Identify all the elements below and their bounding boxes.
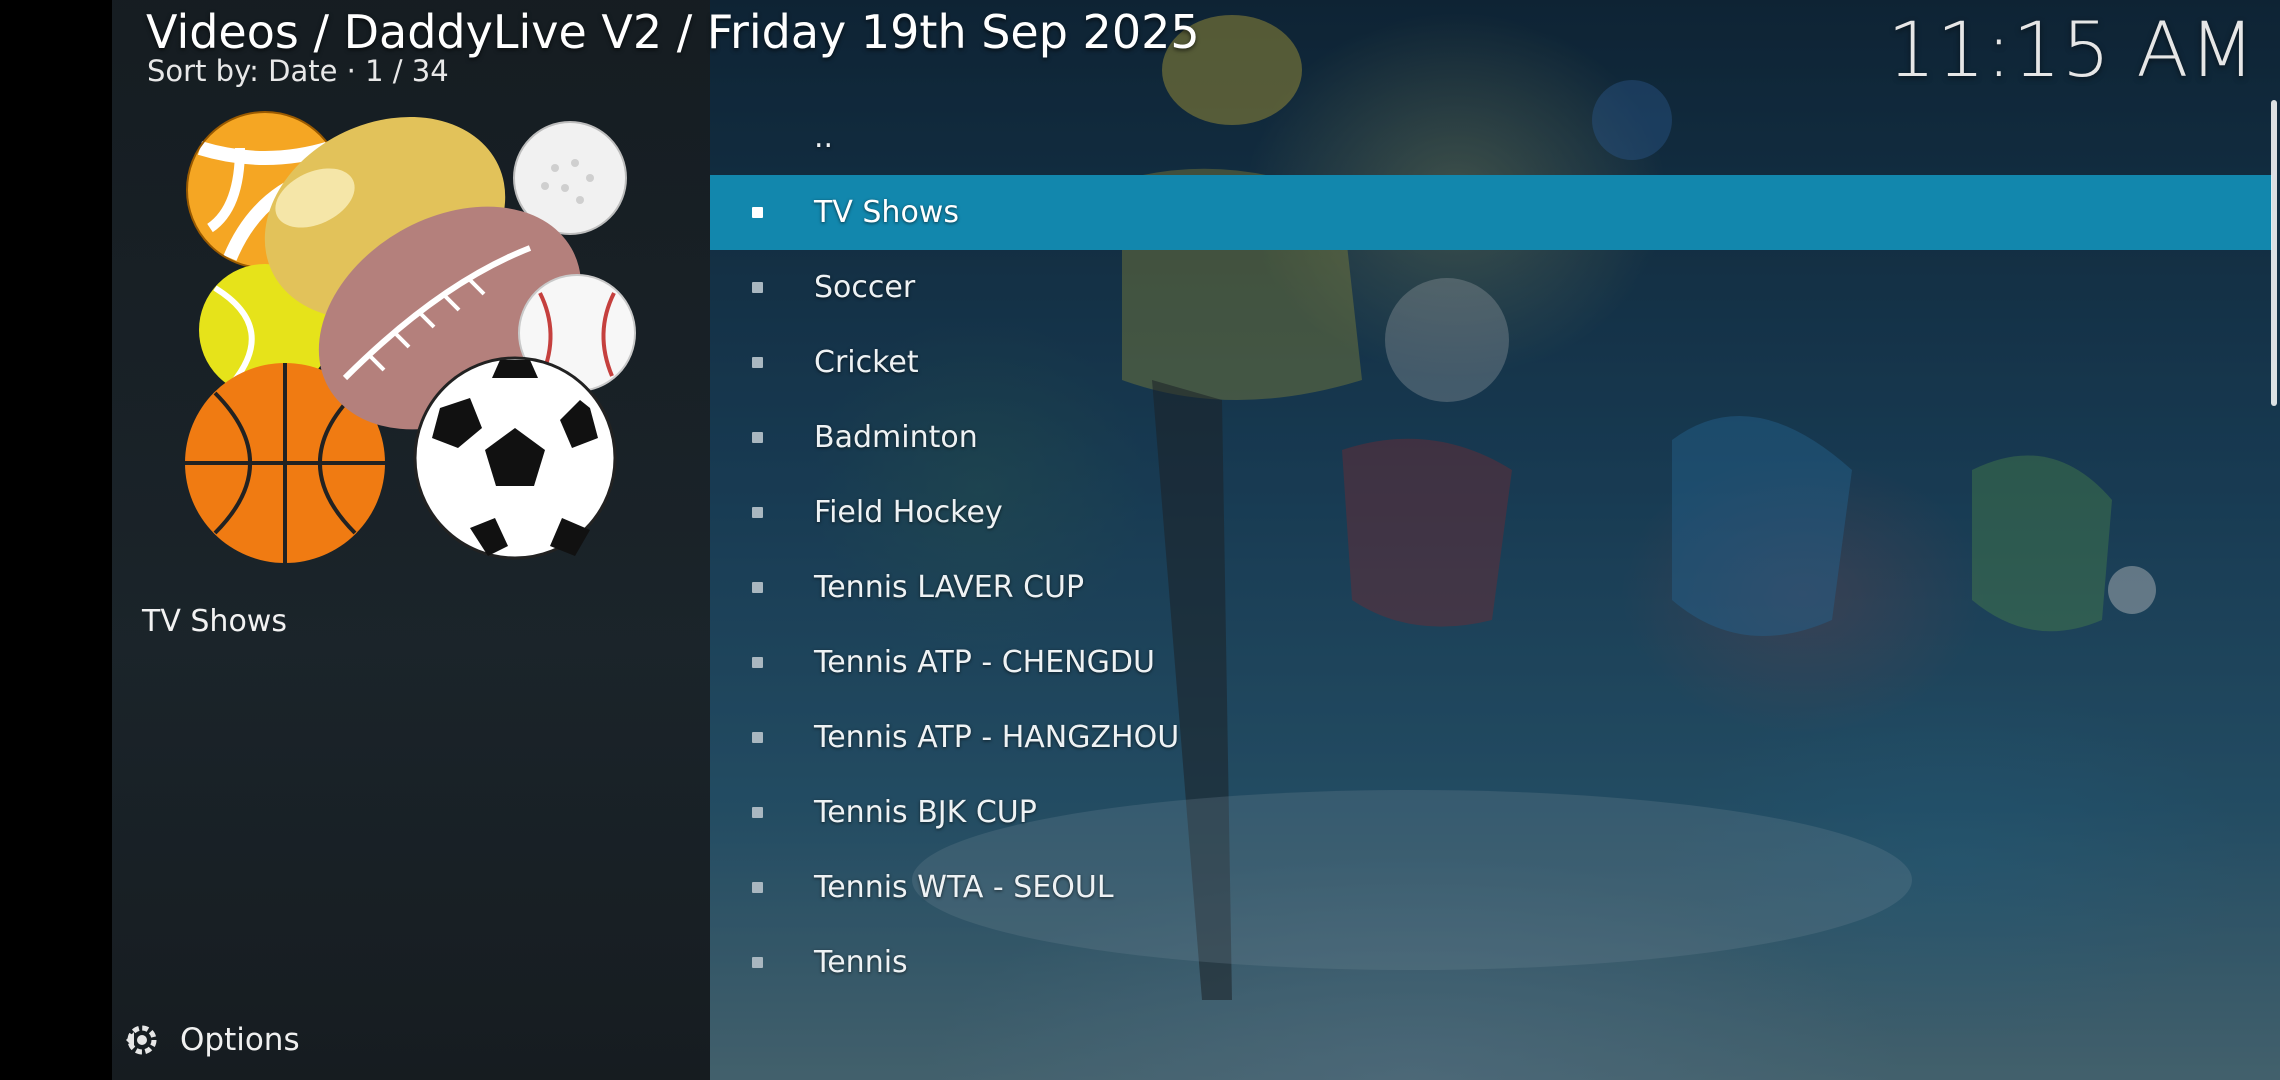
options-label: Options bbox=[180, 1022, 300, 1058]
list-item-label: Tennis BJK CUP bbox=[814, 795, 1037, 830]
bullet-icon bbox=[752, 282, 763, 293]
bullet-icon bbox=[752, 732, 763, 743]
list-item-label: Tennis bbox=[814, 945, 908, 980]
bullet-icon bbox=[752, 432, 763, 443]
file-list: .. TV Shows Soccer Cricket Badminton Field Ho… bbox=[710, 100, 2272, 1000]
list-item-label: Tennis ATP - HANGZHOU bbox=[814, 720, 1180, 755]
sort-info: Sort by: Date · 1 / 34 bbox=[147, 54, 449, 88]
bullet-icon bbox=[752, 582, 763, 593]
list-item[interactable]: Tennis bbox=[710, 925, 2272, 1000]
list-item[interactable]: Tennis BJK CUP bbox=[710, 775, 2272, 850]
list-item[interactable]: TV Shows bbox=[710, 175, 2272, 250]
soccer-ball bbox=[413, 356, 617, 560]
list-item-label: Cricket bbox=[814, 345, 919, 380]
list-item[interactable]: Cricket bbox=[710, 325, 2272, 400]
bullet-icon bbox=[752, 207, 763, 218]
list-item[interactable]: Badminton bbox=[710, 400, 2272, 475]
bullet-icon bbox=[752, 657, 763, 668]
list-scrollbar[interactable] bbox=[2271, 100, 2277, 406]
list-item-label: .. bbox=[814, 120, 834, 155]
list-item[interactable]: Field Hockey bbox=[710, 475, 2272, 550]
list-item[interactable]: Tennis ATP - CHENGDU bbox=[710, 625, 2272, 700]
bullet-icon bbox=[752, 807, 763, 818]
options-button[interactable]: Options bbox=[124, 1020, 300, 1060]
list-item[interactable]: Tennis ATP - HANGZHOU bbox=[710, 700, 2272, 775]
list-item-label: Badminton bbox=[814, 420, 978, 455]
bullet-icon bbox=[752, 357, 763, 368]
list-item[interactable]: Soccer bbox=[710, 250, 2272, 325]
bullet-icon bbox=[752, 957, 763, 968]
selected-item-label: TV Shows bbox=[142, 604, 287, 639]
bullet-icon bbox=[752, 507, 763, 518]
options-gear-icon bbox=[126, 1025, 157, 1055]
list-item-label: Field Hockey bbox=[814, 495, 1003, 530]
kodi-screen: Videos / DaddyLive V2 / Friday 19th Sep … bbox=[0, 0, 2280, 1080]
bullet-icon bbox=[752, 882, 763, 893]
sports-balls-icon bbox=[185, 111, 636, 563]
list-item[interactable]: Tennis WTA - SEOUL bbox=[710, 850, 2272, 925]
list-item-label: Tennis LAVER CUP bbox=[814, 570, 1085, 605]
list-item-label: Soccer bbox=[814, 270, 916, 305]
list-item-label: Tennis WTA - SEOUL bbox=[814, 870, 1114, 905]
parent-folder-item[interactable]: .. bbox=[710, 100, 2272, 175]
list-item[interactable]: Tennis LAVER CUP bbox=[710, 550, 2272, 625]
clock: 11:15 AM bbox=[1887, 5, 2256, 94]
list-item-label: Tennis ATP - CHENGDU bbox=[814, 645, 1155, 680]
list-item-label: TV Shows bbox=[814, 195, 959, 230]
left-black-bar bbox=[0, 0, 112, 1080]
